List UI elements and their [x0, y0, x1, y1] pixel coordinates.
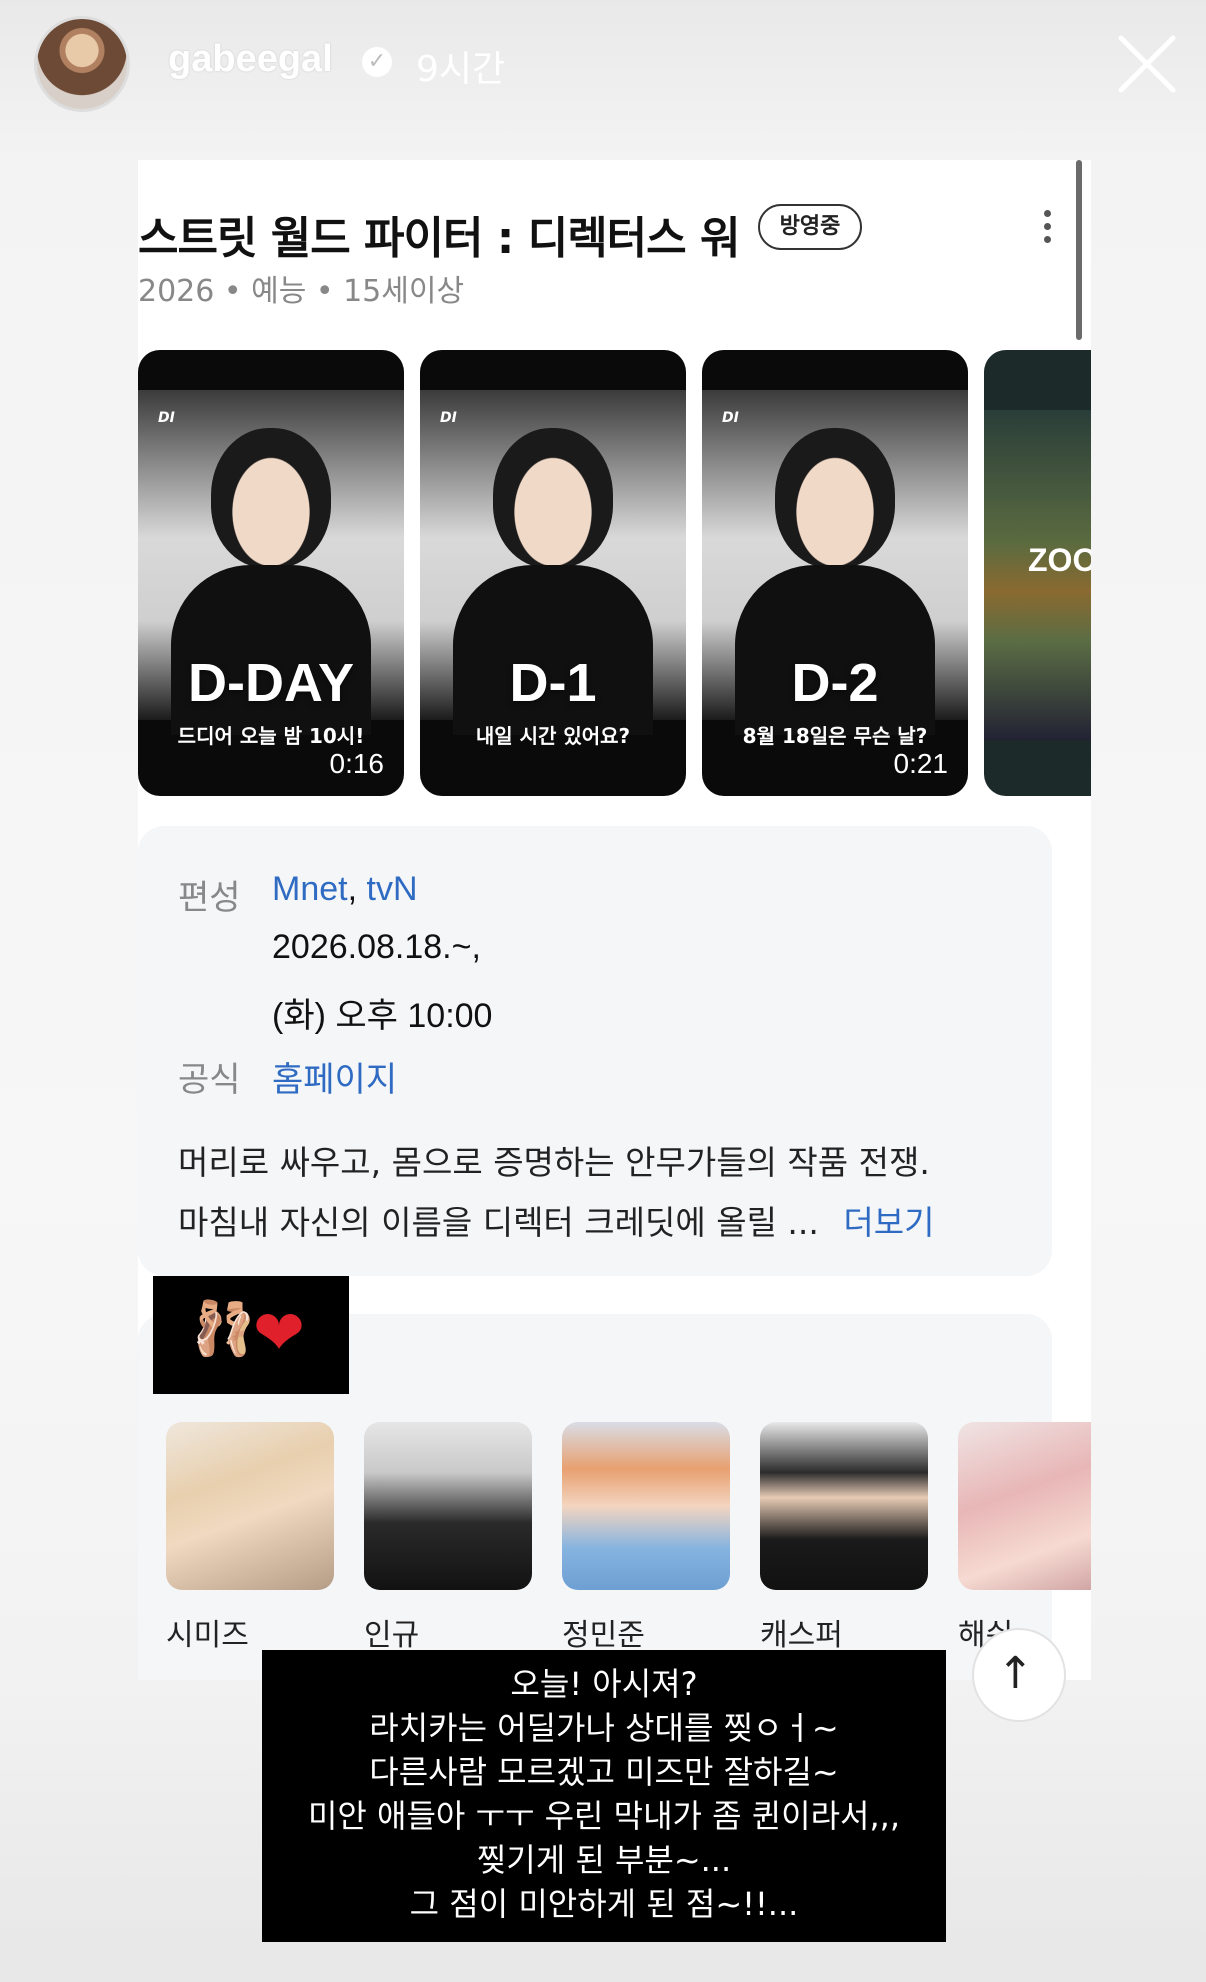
show-meta: 2026 • 예능 • 15세이상: [138, 274, 465, 309]
clip-label: D-DAY: [187, 653, 355, 713]
video-clip[interactable]: DI D-DAY 드디어 오늘 밤 10시! 0:16: [138, 350, 404, 796]
description-line-1: 머리로 싸우고, 몸으로 증명하는 안무가들의 작품 전쟁.: [178, 1143, 930, 1182]
cast-photo: [166, 1422, 334, 1590]
username[interactable]: gabeegal: [168, 38, 333, 81]
cast-member[interactable]: 정민준: [562, 1422, 730, 1653]
story-caption: 오늘! 아시져? 라치카는 어딜가나 상대를 찢ㅇㅓ~ 다른사람 모르겠고 미즈…: [262, 1650, 946, 1942]
airing-badge: 방영중: [758, 204, 862, 250]
clip-person: [211, 428, 331, 568]
video-clips-carousel[interactable]: DI D-DAY 드디어 오늘 밤 10시! 0:16 DI D-1 내일 시간…: [138, 350, 1091, 796]
cast-name: 정민준: [562, 1618, 645, 1653]
description-line-2-text: 마침내 자신의 이름을 디렉터 크레딧에 올릴 ...: [178, 1203, 819, 1242]
clip-duration: 0:16: [329, 748, 385, 779]
channel-separator: ,: [347, 870, 358, 908]
air-date: 2026.08.18.~,: [272, 928, 481, 966]
show-title[interactable]: 스트릿 월드 파이터 : 디렉터스 워: [138, 202, 740, 266]
channel-list: Mnet, tvN: [272, 870, 418, 909]
scrollbar[interactable]: [1076, 160, 1082, 340]
video-clip[interactable]: ZOO: [984, 350, 1091, 796]
heart-icon: ❤: [253, 1296, 305, 1369]
verified-icon: ✓: [362, 47, 392, 77]
show-logo-icon: DI: [158, 410, 175, 426]
show-logo-icon: DI: [722, 410, 739, 426]
more-options-icon[interactable]: [1042, 210, 1052, 250]
cast-photo: [562, 1422, 730, 1590]
clip-subtitle: 내일 시간 있어요?: [475, 724, 631, 748]
info-card: 편성 Mnet, tvN 2026.08.18.~, (화) 오후 10:00 …: [138, 826, 1052, 1276]
clip-duration: 0:21: [893, 748, 949, 779]
search-result-screenshot: 스트릿 월드 파이터 : 디렉터스 워 방영중 2026 • 예능 • 15세이…: [138, 160, 1091, 1680]
caption-line: 다른사람 모르겠고 미즈만 잘하길~: [369, 1753, 839, 1791]
cast-photo: [364, 1422, 532, 1590]
clip-subtitle: 드디어 오늘 밤 10시!: [177, 724, 365, 748]
cast-name: 캐스퍼: [760, 1618, 843, 1653]
video-clip[interactable]: DI D-2 8월 18일은 무슨 날? 0:21: [702, 350, 968, 796]
clip-subtitle: 8월 18일은 무슨 날?: [742, 724, 928, 748]
cast-member[interactable]: 시미즈: [166, 1422, 334, 1653]
cast-photo: [760, 1422, 928, 1590]
clip-label: D-2: [791, 653, 879, 713]
dancer-icon: 🩰: [191, 1299, 256, 1359]
cast-name: 시미즈: [166, 1618, 249, 1653]
air-time: (화) 오후 10:00: [272, 997, 493, 1035]
avatar[interactable]: [34, 16, 130, 112]
clip-label: ZOO: [1028, 542, 1091, 578]
show-logo-icon: DI: [440, 410, 457, 426]
video-clip[interactable]: DI D-1 내일 시간 있어요?: [420, 350, 686, 796]
cast-member[interactable]: 인규: [364, 1422, 532, 1653]
story-header: gabeegal ✓ 9시간: [0, 0, 1206, 130]
description-line-2: 마침내 자신의 이름을 디렉터 크레딧에 올릴 ... 더보기: [178, 1196, 934, 1244]
clip-person: [775, 428, 895, 568]
cast-member[interactable]: 해쉬: [958, 1422, 1091, 1653]
channel-link-tvn[interactable]: tvN: [367, 870, 418, 908]
more-link[interactable]: 더보기: [843, 1203, 934, 1242]
close-icon[interactable]: [1115, 32, 1179, 96]
homepage-link[interactable]: 홈페이지: [272, 1052, 397, 1101]
cast-name: 인규: [364, 1618, 420, 1653]
emoji-sticker: 🩰 ❤: [153, 1276, 349, 1394]
arrow-up-icon: ↑: [997, 1648, 1034, 1699]
caption-line: 그 점이 미안하게 된 점~!!...: [409, 1885, 799, 1923]
post-time: 9시간: [416, 49, 506, 90]
caption-line: 찢기게 된 부분~...: [476, 1841, 732, 1879]
broadcast-label: 편성: [178, 878, 241, 918]
caption-line: 미안 애들아 ㅜㅜ 우린 막내가 좀 퀸이라서,,,: [307, 1797, 901, 1835]
official-label: 공식: [178, 1060, 241, 1100]
scroll-to-top-button[interactable]: ↑: [972, 1628, 1066, 1722]
cast-photo: [958, 1422, 1091, 1590]
cast-member[interactable]: 캐스퍼: [760, 1422, 928, 1653]
clip-person: [493, 428, 613, 568]
caption-line: 라치카는 어딜가나 상대를 찢ㅇㅓ~: [369, 1709, 839, 1747]
clip-label: D-1: [509, 653, 597, 713]
channel-link-mnet[interactable]: Mnet: [272, 870, 348, 908]
caption-line: 오늘! 아시져?: [510, 1665, 698, 1703]
